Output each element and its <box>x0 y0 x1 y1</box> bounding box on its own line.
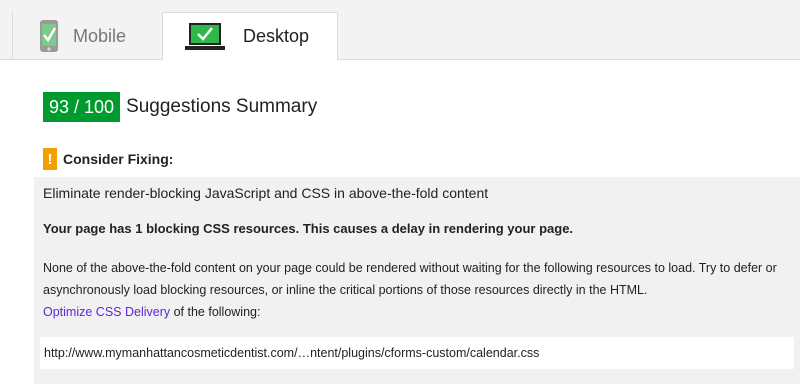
suggestions-summary-header: 93 / 100 Suggestions Summary <box>43 92 317 122</box>
rule-panel: Eliminate render-blocking JavaScript and… <box>34 177 800 384</box>
score-badge: 93 / 100 <box>43 92 121 122</box>
device-tab-bar: Mobile Desktop <box>0 0 800 61</box>
optimize-css-delivery-link[interactable]: Optimize CSS Delivery <box>43 305 170 319</box>
consider-fixing-label: Consider Fixing: <box>63 151 174 167</box>
consider-fixing-header: ! Consider Fixing: <box>43 148 173 170</box>
page: Mobile Desktop 93 / 100 Suggestions Summ… <box>0 0 800 384</box>
mobile-phone-check-icon <box>39 19 59 53</box>
desktop-monitor-check-icon <box>185 22 225 52</box>
warning-exclamation-icon: ! <box>43 148 57 170</box>
tab-mobile[interactable]: Mobile <box>12 12 164 60</box>
summary-title: Suggestions Summary <box>126 96 318 117</box>
tab-desktop[interactable]: Desktop <box>162 12 338 61</box>
tab-mobile-label: Mobile <box>73 25 127 46</box>
tab-desktop-label: Desktop <box>243 26 310 46</box>
rule-description: None of the above-the-fold content on yo… <box>43 261 777 297</box>
blocking-resource-url: http://www.mymanhattancosmeticdentist.co… <box>40 337 794 369</box>
rule-summary: Your page has 1 blocking CSS resources. … <box>43 221 574 236</box>
rule-action: Optimize CSS Delivery of the following: <box>43 305 260 319</box>
rule-title: Eliminate render-blocking JavaScript and… <box>43 185 489 201</box>
rule-action-suffix: of the following: <box>170 305 261 319</box>
